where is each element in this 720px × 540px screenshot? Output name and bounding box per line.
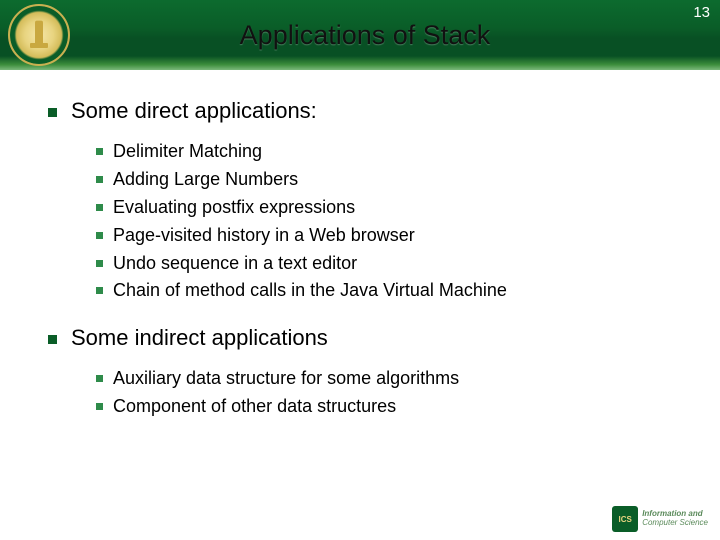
- item-text: Chain of method calls in the Java Virtua…: [113, 280, 507, 300]
- list-item: Component of other data structures: [96, 393, 692, 421]
- slide-title: Applications of Stack: [70, 20, 720, 51]
- section-heading: Some indirect applications: [48, 325, 692, 351]
- item-text: Component of other data structures: [113, 396, 396, 416]
- bullet-icon: [96, 204, 103, 211]
- list-item: Page-visited history in a Web browser: [96, 222, 692, 250]
- list-item: Delimiter Matching: [96, 138, 692, 166]
- footer-text: Information and Computer Science: [642, 510, 708, 528]
- section-heading: Some direct applications:: [48, 98, 692, 124]
- bullet-icon: [48, 108, 57, 117]
- item-text: Auxiliary data structure for some algori…: [113, 368, 459, 388]
- bullet-icon: [96, 232, 103, 239]
- item-text: Evaluating postfix expressions: [113, 197, 355, 217]
- bullet-icon: [96, 403, 103, 410]
- bullet-icon: [48, 335, 57, 344]
- page-number: 13: [693, 4, 710, 21]
- item-text: Delimiter Matching: [113, 141, 262, 161]
- bullet-icon: [96, 287, 103, 294]
- heading-text: Some direct applications:: [71, 98, 317, 123]
- bullet-list: Auxiliary data structure for some algori…: [48, 365, 692, 421]
- bullet-icon: [96, 176, 103, 183]
- footer-line2: Computer Science: [642, 519, 708, 528]
- list-item: Auxiliary data structure for some algori…: [96, 365, 692, 393]
- bullet-icon: [96, 148, 103, 155]
- heading-text: Some indirect applications: [71, 325, 328, 350]
- bullet-icon: [96, 375, 103, 382]
- footer-logo: ICS Information and Computer Science: [612, 506, 708, 532]
- university-logo: [8, 4, 70, 66]
- ics-badge-icon: ICS: [612, 506, 638, 532]
- bullet-list: Delimiter Matching Adding Large Numbers …: [48, 138, 692, 305]
- list-item: Evaluating postfix expressions: [96, 194, 692, 222]
- list-item: Adding Large Numbers: [96, 166, 692, 194]
- item-text: Undo sequence in a text editor: [113, 253, 357, 273]
- list-item: Chain of method calls in the Java Virtua…: [96, 277, 692, 305]
- list-item: Undo sequence in a text editor: [96, 250, 692, 278]
- item-text: Adding Large Numbers: [113, 169, 298, 189]
- item-text: Page-visited history in a Web browser: [113, 225, 415, 245]
- slide-content: Some direct applications: Delimiter Matc…: [0, 70, 720, 421]
- bullet-icon: [96, 260, 103, 267]
- slide-header: Applications of Stack 13: [0, 0, 720, 70]
